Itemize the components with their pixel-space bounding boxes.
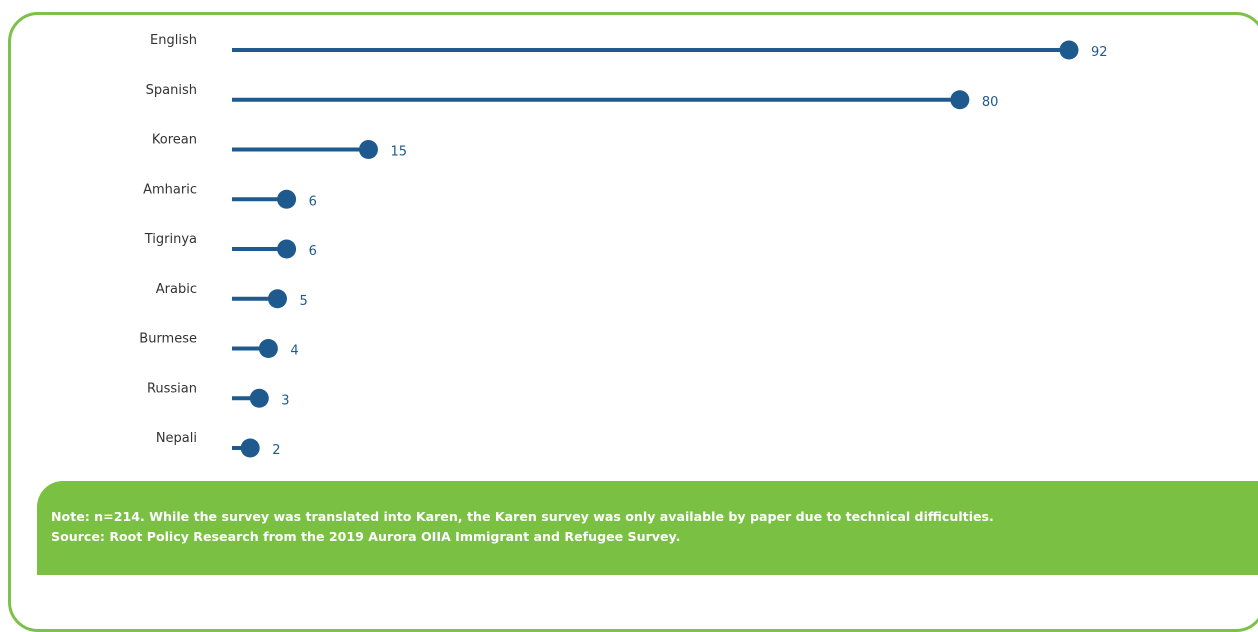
category-label: Nepali (156, 431, 197, 446)
lollipop-dot (249, 388, 269, 408)
data-label: 15 (390, 145, 407, 160)
data-label: 80 (982, 95, 999, 110)
note-line: Note: n=214. While the survey was transl… (51, 509, 994, 524)
data-label: 2 (272, 443, 280, 458)
lollipop-dot (358, 140, 378, 159)
lollipop-dot (277, 189, 297, 209)
lollipop-chart: English 92 Spanish 80 Korean 15 Amharic 6 Tigrin… (139, 33, 1108, 458)
lollipop-dot (277, 239, 297, 259)
source-line: Source: Root Policy Research from the 20… (51, 529, 681, 544)
data-label: 6 (309, 194, 317, 209)
category-label: English (150, 33, 197, 48)
data-label: 3 (281, 393, 289, 408)
note-box: Note: n=214. While the survey was transl… (37, 481, 1258, 575)
lollipop-dot (258, 339, 278, 358)
category-label: Russian (147, 381, 197, 396)
category-label: Amharic (143, 182, 197, 197)
data-label: 6 (309, 244, 317, 259)
lollipop-dot (267, 289, 287, 309)
data-label: 5 (299, 294, 307, 309)
data-label: 92 (1091, 45, 1108, 60)
lollipop-dot (240, 438, 260, 458)
category-label: Burmese (139, 332, 197, 347)
lollipop-dot (1059, 40, 1079, 60)
lollipop-dot (950, 90, 970, 110)
category-label: Spanish (146, 83, 197, 98)
category-label: Korean (152, 133, 197, 148)
data-label: 4 (290, 344, 298, 359)
note-text: Note: n=214. While the survey was transl… (51, 507, 1246, 547)
category-label: Tigrinya (144, 232, 197, 247)
category-label: Arabic (156, 282, 197, 297)
